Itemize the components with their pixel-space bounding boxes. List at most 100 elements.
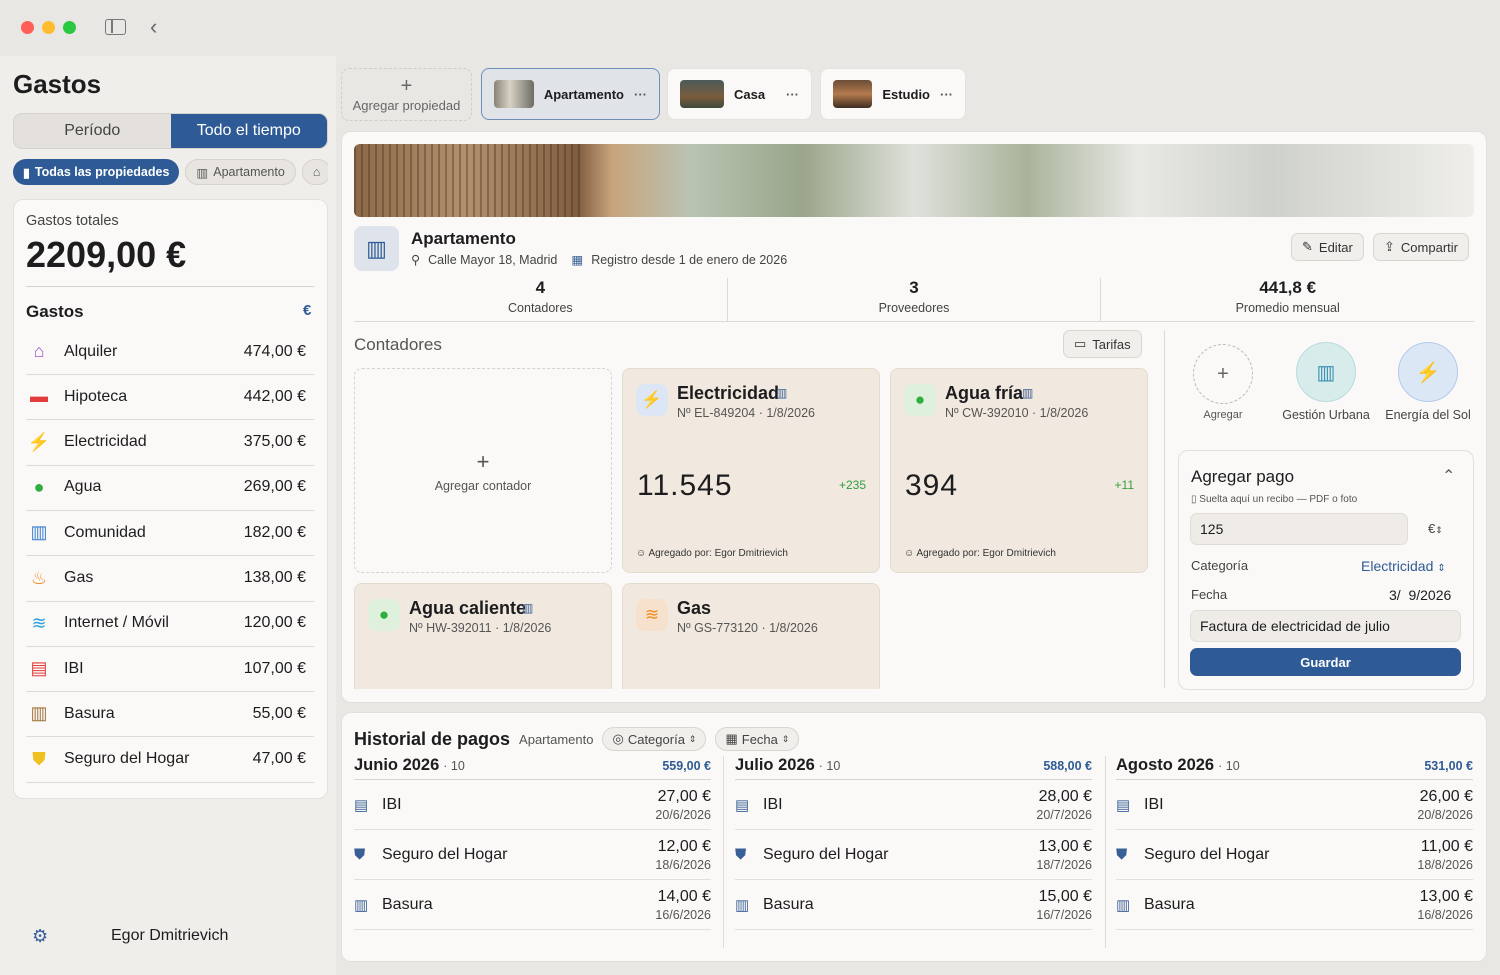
expense-name: Electricidad bbox=[64, 433, 147, 451]
chip-all-properties[interactable]: ▮ Todas las propiedades bbox=[13, 159, 180, 185]
meter-card-gas[interactable]: ≋ Gas Nº GS-773120 · 1/8/2026 bbox=[622, 583, 880, 689]
meter-card-cold-water[interactable]: ● Agua fría ▥ Nº CW-392010 · 1/8/2026 39… bbox=[890, 368, 1148, 573]
payment-row[interactable]: ▤ IBI 26,00 € 20/8/2026 bbox=[1116, 780, 1473, 830]
filter-date[interactable]: ▦ Fecha ⇕ bbox=[715, 727, 800, 751]
payment-row[interactable]: ▤ IBI 28,00 € 20/7/2026 bbox=[735, 780, 1092, 830]
save-button[interactable]: Guardar bbox=[1190, 648, 1461, 676]
expense-row[interactable]: ⛊ Seguro del Hogar 47,00 € bbox=[26, 737, 314, 783]
meter-card-hot-water[interactable]: ● Agua caliente ▥ Nº HW-392011 · 1/8/202… bbox=[354, 583, 612, 689]
expense-row[interactable]: ▥ Comunidad 182,00 € bbox=[26, 510, 314, 557]
payment-date: 18/6/2026 bbox=[655, 857, 711, 872]
expense-row[interactable]: ⚡ Electricidad 375,00 € bbox=[26, 420, 314, 466]
add-provider-button[interactable]: + bbox=[1193, 344, 1253, 404]
chip-apartment[interactable]: ▥ Apartamento bbox=[185, 159, 296, 185]
chevron-up-icon[interactable]: ⌃ bbox=[1442, 466, 1455, 486]
payment-date: 18/8/2026 bbox=[1417, 857, 1473, 872]
trash-icon: ▥ bbox=[735, 896, 750, 914]
tab-apartment[interactable]: Apartamento ··· bbox=[481, 68, 660, 120]
document-icon: ▤ bbox=[1116, 796, 1131, 814]
tab-house[interactable]: Casa ··· bbox=[667, 68, 812, 120]
amount-input[interactable]: 125 bbox=[1190, 513, 1408, 545]
payment-row[interactable]: ⛊ Seguro del Hogar 11,00 € 18/8/2026 bbox=[1116, 830, 1473, 880]
window-titlebar: ‹ bbox=[0, 0, 1500, 56]
meters-grid: + Agregar contador ⚡ Electricidad ▥ Nº E… bbox=[354, 368, 1154, 689]
edit-button[interactable]: ✎ Editar bbox=[1291, 233, 1364, 261]
filter-category[interactable]: ◎ Categoría ⇕ bbox=[602, 727, 707, 751]
expense-row[interactable]: ⌂ Alquiler 474,00 € bbox=[26, 329, 314, 375]
currency-select[interactable]: €⇕ bbox=[1428, 521, 1443, 536]
add-meter-button[interactable]: + Agregar contador bbox=[354, 368, 612, 573]
segment-period[interactable]: Período bbox=[14, 114, 171, 148]
trash-icon: ▥ bbox=[354, 896, 369, 914]
segment-all-time[interactable]: Todo el tiempo bbox=[170, 114, 327, 148]
payment-row[interactable]: ⛊ Seguro del Hogar 12,00 € 18/6/2026 bbox=[354, 830, 711, 880]
property-filter-chips: ▮ Todas las propiedades ▥ Apartamento ⌂ bbox=[13, 159, 328, 187]
tab-studio[interactable]: Estudio ··· bbox=[820, 68, 966, 120]
payment-row[interactable]: ⛊ Seguro del Hogar 13,00 € 18/7/2026 bbox=[735, 830, 1092, 880]
more-icon[interactable]: ··· bbox=[940, 87, 953, 102]
provider-energia-del-sol-bolt-icon[interactable]: ⚡ bbox=[1398, 342, 1458, 402]
payment-date: 16/8/2026 bbox=[1417, 907, 1473, 922]
zoom-window-button[interactable] bbox=[63, 21, 76, 34]
gear-icon[interactable]: ⚙ bbox=[32, 926, 48, 947]
provider-gestion-urbana-building-icon[interactable]: ▥ bbox=[1296, 342, 1356, 402]
flame-icon: ≋ bbox=[636, 599, 668, 631]
building-icon: ▥ bbox=[354, 226, 399, 271]
total-value: 2209,00 € bbox=[26, 234, 187, 275]
document-icon: ▤ bbox=[354, 796, 369, 814]
payment-row[interactable]: ▥ Basura 15,00 € 16/7/2026 bbox=[735, 880, 1092, 930]
payment-date: 16/6/2026 bbox=[655, 907, 711, 922]
payment-row[interactable]: ▥ Basura 13,00 € 16/8/2026 bbox=[1116, 880, 1473, 930]
close-window-button[interactable] bbox=[21, 21, 34, 34]
apartment-thumbnail bbox=[494, 80, 534, 108]
stat-meters: 4 Contadores bbox=[354, 278, 728, 321]
month-count: · 10 bbox=[443, 759, 465, 773]
period-segmented-control: Período Todo el tiempo bbox=[13, 113, 328, 149]
building-icon: ▥ bbox=[196, 165, 209, 180]
expense-name: Hipoteca bbox=[64, 387, 128, 405]
chip-house[interactable]: ⌂ bbox=[301, 159, 328, 185]
payment-name: Seguro del Hogar bbox=[763, 845, 889, 863]
studio-thumbnail bbox=[833, 80, 873, 108]
expense-row[interactable]: ● Agua 269,00 € bbox=[26, 465, 314, 511]
building-icon: ▥ bbox=[522, 601, 534, 615]
user-name[interactable]: Egor Dmitrievich bbox=[111, 927, 228, 945]
drop-receipt-hint[interactable]: ▯ Suelta aquí un recibo — PDF o foto bbox=[1191, 494, 1357, 505]
wifi-icon: ≋ bbox=[31, 612, 47, 633]
sidebar-toggle-icon[interactable] bbox=[105, 19, 126, 35]
total-label: Gastos totales bbox=[26, 213, 119, 229]
bolt-icon: ⚡ bbox=[27, 431, 51, 452]
expense-row[interactable]: ▥ Basura 55,00 € bbox=[26, 691, 314, 738]
document-icon: ▤ bbox=[735, 796, 750, 814]
month-count: · 10 bbox=[1218, 759, 1240, 773]
meter-card-electricity[interactable]: ⚡ Electricidad ▥ Nº EL-849204 · 1/8/2026… bbox=[622, 368, 880, 573]
date-field[interactable]: 3/ 9/2026 bbox=[1389, 587, 1451, 603]
share-button[interactable]: ⇪ Compartir bbox=[1373, 233, 1469, 261]
divider bbox=[1164, 330, 1165, 688]
expense-row[interactable]: ▬ Hipoteca 442,00 € bbox=[26, 374, 314, 421]
add-payment-title: Agregar pago bbox=[1191, 467, 1295, 486]
chevron-updown-icon: ⇕ bbox=[688, 733, 697, 744]
divider bbox=[1105, 756, 1106, 948]
category-select[interactable]: Electricidad ⇕ bbox=[1361, 558, 1446, 574]
payment-amount: 14,00 € bbox=[657, 887, 711, 905]
currency-euro-icon[interactable]: € bbox=[303, 302, 311, 319]
back-chevron-icon[interactable]: ‹ bbox=[150, 14, 157, 40]
add-property-button[interactable]: + Agregar propiedad bbox=[341, 68, 472, 121]
property-since: Registro desde 1 de enero de 2026 bbox=[591, 252, 788, 267]
payment-row[interactable]: ▤ IBI 27,00 € 20/6/2026 bbox=[354, 780, 711, 830]
more-icon[interactable]: ··· bbox=[786, 87, 799, 102]
chevron-updown-icon: ⇕ bbox=[781, 733, 790, 744]
expense-row[interactable]: ♨ Gas 138,00 € bbox=[26, 556, 314, 602]
more-icon[interactable]: ··· bbox=[634, 87, 647, 102]
expense-row[interactable]: ▤ IBI 107,00 € bbox=[26, 646, 314, 693]
minimize-window-button[interactable] bbox=[42, 21, 55, 34]
expense-row[interactable]: ≋ Internet / Móvil 120,00 € bbox=[26, 601, 314, 647]
pencil-icon: ✎ bbox=[1302, 239, 1313, 254]
tariffs-button[interactable]: ▭ Tarifas bbox=[1063, 330, 1142, 358]
sidebar-title: Gastos bbox=[13, 69, 102, 99]
payment-row[interactable]: ▥ Basura 14,00 € 16/6/2026 bbox=[354, 880, 711, 930]
note-input[interactable]: Factura de electricidad de julio bbox=[1190, 610, 1461, 642]
divider bbox=[723, 756, 724, 948]
payment-amount: 26,00 € bbox=[1419, 787, 1473, 805]
